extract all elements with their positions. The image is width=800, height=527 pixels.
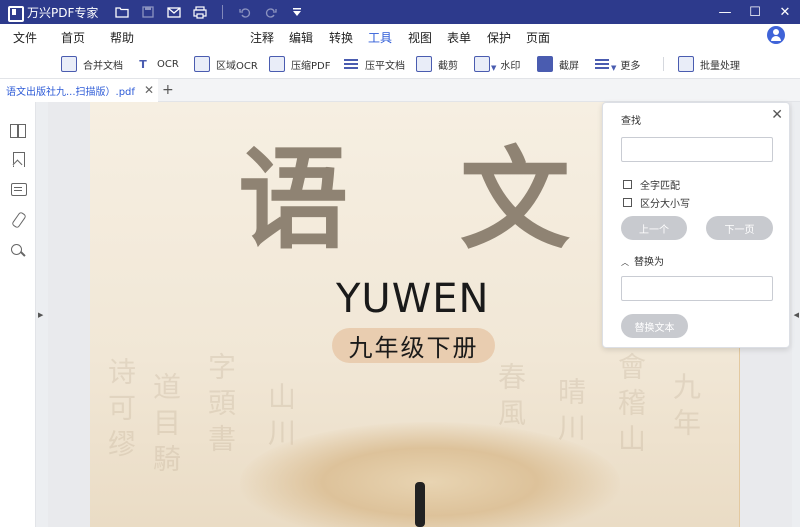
- whole-word-box[interactable]: [623, 180, 632, 189]
- chevron-up-icon: ︿: [621, 258, 629, 267]
- expand-sidebar-icon[interactable]: ▶: [38, 311, 43, 319]
- maximize-button[interactable]: ☐: [740, 0, 770, 24]
- batch-label: 批量处理: [700, 60, 740, 72]
- watermark-button[interactable]: ▼ 水印: [474, 54, 520, 74]
- ocr-button[interactable]: T OCR: [135, 54, 179, 74]
- toolbar-divider: [222, 5, 224, 19]
- area-ocr-label: 区域OCR: [216, 60, 258, 72]
- crop-icon: [416, 56, 432, 72]
- menu-file[interactable]: 文件: [13, 29, 37, 46]
- tab-comment[interactable]: 注释: [250, 29, 274, 46]
- screenshot-icon: [537, 56, 553, 72]
- document-tab-bar: 语文出版社九...扫描版）.pdf ✕ +: [0, 78, 800, 102]
- ocr-label: OCR: [157, 58, 179, 70]
- flatten-label: 压平文档: [365, 60, 405, 72]
- attachment-icon[interactable]: [10, 212, 26, 228]
- redo-icon[interactable]: [261, 2, 281, 22]
- merge-button[interactable]: 合并文档: [61, 54, 123, 74]
- app-logo-icon: [7, 5, 24, 22]
- bookmark-icon[interactable]: [10, 152, 26, 168]
- find-previous-button[interactable]: 上一个: [621, 216, 687, 240]
- document-tab-label: 语文出版社九...扫描版）.pdf: [6, 87, 135, 98]
- merge-label: 合并文档: [83, 60, 123, 72]
- tab-protect[interactable]: 保护: [487, 29, 511, 46]
- collapse-right-panel-icon[interactable]: ◀: [794, 311, 799, 319]
- watermark-dropdown-icon[interactable]: ▼: [491, 64, 496, 72]
- document-tab[interactable]: 语文出版社九...扫描版）.pdf ✕: [0, 79, 158, 102]
- whole-word-checkbox[interactable]: 全字匹配: [623, 177, 680, 192]
- minimize-button[interactable]: —: [710, 0, 740, 24]
- batch-button[interactable]: 批量处理: [678, 54, 740, 74]
- replace-section-toggle[interactable]: ︿ 替换为: [621, 253, 664, 268]
- replace-text-button[interactable]: 替换文本: [621, 314, 688, 338]
- merge-icon: [61, 56, 77, 72]
- find-next-button[interactable]: 下一页: [706, 216, 773, 240]
- title-bar: 万兴PDF专家 — ☐ ✕: [0, 0, 800, 24]
- menu-bar: 文件 首页 帮助 注释 编辑 转换 工具 视图 表单 保护 页面: [0, 24, 800, 51]
- cover-subtitle: YUWEN: [336, 276, 490, 322]
- tab-tools[interactable]: 工具: [365, 29, 395, 51]
- area-ocr-icon: [194, 56, 210, 72]
- watermark-icon: [474, 56, 490, 72]
- customize-icon[interactable]: [287, 2, 307, 22]
- area-ocr-button[interactable]: 区域OCR: [194, 54, 258, 74]
- cover-title-char-2: 文: [460, 135, 570, 264]
- grade-badge: 九年级下册: [332, 328, 495, 363]
- folder-icon[interactable]: [112, 2, 132, 22]
- mail-icon[interactable]: [164, 2, 184, 22]
- tab-form[interactable]: 表单: [447, 29, 471, 46]
- whole-word-label: 全字匹配: [640, 181, 680, 192]
- crop-button[interactable]: 截剪: [416, 54, 458, 74]
- close-find-panel-icon[interactable]: ✕: [771, 107, 783, 123]
- tab-page[interactable]: 页面: [526, 29, 550, 46]
- add-tab-icon[interactable]: +: [162, 82, 174, 98]
- tab-edit[interactable]: 编辑: [289, 29, 313, 46]
- window-controls: — ☐ ✕: [710, 0, 800, 24]
- crop-label: 截剪: [438, 60, 458, 72]
- compress-button[interactable]: 压缩PDF: [269, 54, 330, 74]
- menu-help[interactable]: 帮助: [110, 29, 134, 46]
- user-avatar-icon[interactable]: [767, 26, 785, 44]
- print-icon[interactable]: [190, 2, 210, 22]
- ocr-icon: T: [139, 57, 147, 71]
- grade-label: 九年级下册: [348, 334, 479, 362]
- find-panel: 查找 ✕ 全字匹配 区分大小写 上一个 下一页 ︿ 替换为 替换文本: [602, 102, 790, 348]
- cover-title-char-1: 语: [238, 135, 348, 264]
- compress-label: 压缩PDF: [291, 60, 331, 72]
- screenshot-button[interactable]: 截屏: [537, 54, 579, 74]
- match-case-box[interactable]: [623, 198, 632, 207]
- match-case-checkbox[interactable]: 区分大小写: [623, 195, 690, 210]
- replace-section-label: 替换为: [634, 257, 664, 268]
- pages-icon[interactable]: [10, 123, 26, 139]
- flatten-icon: [343, 56, 359, 72]
- match-case-label: 区分大小写: [640, 199, 690, 210]
- comment-icon[interactable]: [10, 182, 27, 198]
- menu-home[interactable]: 首页: [61, 29, 85, 46]
- undo-icon[interactable]: [235, 2, 255, 22]
- tools-toolbar: 合并文档 T OCR 区域OCR 压缩PDF 压平文档 截剪 ▼ 水印 截屏 ▼…: [0, 49, 800, 78]
- find-input[interactable]: [621, 137, 773, 162]
- quick-access-toolbar: [112, 2, 307, 22]
- save-icon[interactable]: [138, 2, 158, 22]
- tab-convert[interactable]: 转换: [329, 29, 353, 46]
- batch-icon: [678, 56, 694, 72]
- watermark-label: 水印: [500, 60, 521, 72]
- search-icon[interactable]: [10, 243, 26, 259]
- tab-view[interactable]: 视图: [408, 29, 432, 46]
- more-dropdown-icon[interactable]: ▼: [611, 64, 616, 72]
- toolbar-divider: [663, 57, 664, 71]
- find-panel-title: 查找: [621, 116, 641, 127]
- more-label: 更多: [620, 60, 641, 72]
- compress-icon: [269, 56, 285, 72]
- more-button[interactable]: ▼ 更多: [594, 54, 640, 74]
- app-title: 万兴PDF专家: [27, 5, 99, 20]
- flatten-button[interactable]: 压平文档: [343, 54, 405, 74]
- left-sidebar: [0, 102, 36, 527]
- screenshot-label: 截屏: [559, 60, 579, 72]
- replace-input[interactable]: [621, 276, 773, 301]
- close-tab-icon[interactable]: ✕: [144, 83, 154, 97]
- more-icon: [594, 56, 610, 72]
- close-window-button[interactable]: ✕: [770, 0, 800, 24]
- cover-artwork-stroke: [415, 482, 425, 527]
